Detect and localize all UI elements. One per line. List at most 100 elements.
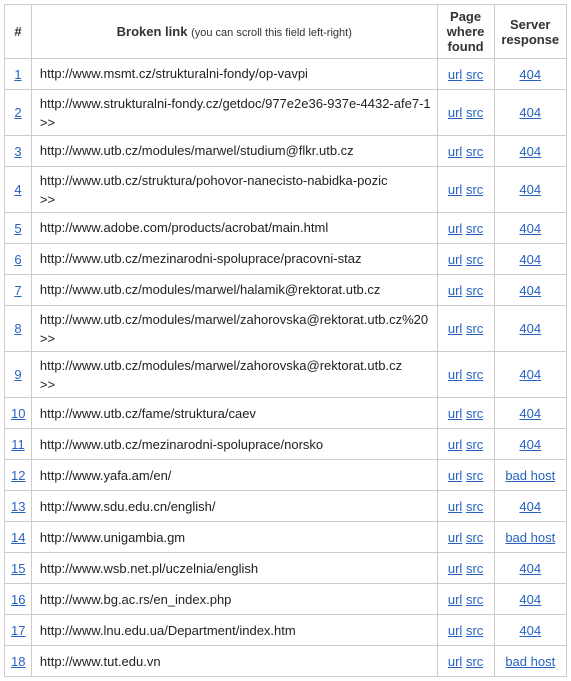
server-response-link[interactable]: 404 <box>519 283 541 298</box>
broken-link-continuation: >> <box>38 191 431 209</box>
page-src-link[interactable]: src <box>466 252 483 267</box>
page-url-link[interactable]: url <box>448 321 462 336</box>
server-response-cell: 404 <box>494 306 566 352</box>
page-url-link[interactable]: url <box>448 283 462 298</box>
row-number-link[interactable]: 9 <box>5 352 32 398</box>
server-response-link[interactable]: 404 <box>519 321 541 336</box>
server-response-cell: 404 <box>494 90 566 136</box>
server-response-cell: 404 <box>494 213 566 244</box>
server-response-link[interactable]: 404 <box>519 623 541 638</box>
page-src-link[interactable]: src <box>466 182 483 197</box>
page-src-link[interactable]: src <box>466 406 483 421</box>
page-url-link[interactable]: url <box>448 105 462 120</box>
page-src-link[interactable]: src <box>466 530 483 545</box>
broken-link-url[interactable]: http://www.utb.cz/fame/struktura/caev <box>38 404 431 424</box>
broken-link-url[interactable]: http://www.utb.cz/mezinarodni-spoluprace… <box>38 435 431 455</box>
broken-link-cell: http://www.unigambia.gm <box>31 522 437 553</box>
broken-link-url[interactable]: http://www.adobe.com/products/acrobat/ma… <box>38 218 431 238</box>
row-number-link[interactable]: 17 <box>5 615 32 646</box>
broken-link-url[interactable]: http://www.sdu.edu.cn/english/ <box>38 497 431 517</box>
row-number-link[interactable]: 4 <box>5 167 32 213</box>
page-url-link[interactable]: url <box>448 367 462 382</box>
broken-link-url[interactable]: http://www.utb.cz/modules/marwel/studium… <box>38 141 431 161</box>
page-src-link[interactable]: src <box>466 561 483 576</box>
row-number-link[interactable]: 5 <box>5 213 32 244</box>
server-response-link[interactable]: bad host <box>505 654 555 669</box>
server-response-link[interactable]: 404 <box>519 252 541 267</box>
server-response-link[interactable]: bad host <box>505 530 555 545</box>
row-number-link[interactable]: 13 <box>5 491 32 522</box>
page-url-link[interactable]: url <box>448 623 462 638</box>
row-number-link[interactable]: 11 <box>5 429 32 460</box>
row-number-link[interactable]: 2 <box>5 90 32 136</box>
server-response-link[interactable]: 404 <box>519 367 541 382</box>
page-url-link[interactable]: url <box>448 437 462 452</box>
page-url-link[interactable]: url <box>448 561 462 576</box>
page-src-link[interactable]: src <box>466 221 483 236</box>
row-number-link[interactable]: 15 <box>5 553 32 584</box>
server-response-link[interactable]: 404 <box>519 182 541 197</box>
row-number-link[interactable]: 16 <box>5 584 32 615</box>
broken-link-url[interactable]: http://www.strukturalni-fondy.cz/getdoc/… <box>38 94 431 114</box>
row-number-link[interactable]: 6 <box>5 244 32 275</box>
page-url-link[interactable]: url <box>448 592 462 607</box>
broken-link-url[interactable]: http://www.utb.cz/struktura/pohovor-nane… <box>38 171 431 191</box>
server-response-link[interactable]: 404 <box>519 561 541 576</box>
page-src-link[interactable]: src <box>466 592 483 607</box>
broken-link-url[interactable]: http://www.wsb.net.pl/uczelnia/english <box>38 559 431 579</box>
server-response-link[interactable]: 404 <box>519 592 541 607</box>
server-response-link[interactable]: 404 <box>519 499 541 514</box>
broken-link-cell: http://www.sdu.edu.cn/english/ <box>31 491 437 522</box>
page-url-link[interactable]: url <box>448 530 462 545</box>
page-url-link[interactable]: url <box>448 144 462 159</box>
page-url-link[interactable]: url <box>448 406 462 421</box>
page-url-link[interactable]: url <box>448 221 462 236</box>
page-src-link[interactable]: src <box>466 144 483 159</box>
row-number-link[interactable]: 10 <box>5 398 32 429</box>
page-src-link[interactable]: src <box>466 499 483 514</box>
row-number-link[interactable]: 12 <box>5 460 32 491</box>
page-where-found-cell: url src <box>437 429 494 460</box>
row-number-link[interactable]: 14 <box>5 522 32 553</box>
broken-link-url[interactable]: http://www.utb.cz/modules/marwel/halamik… <box>38 280 431 300</box>
row-number-link[interactable]: 3 <box>5 136 32 167</box>
page-url-link[interactable]: url <box>448 252 462 267</box>
server-response-link[interactable]: 404 <box>519 105 541 120</box>
page-url-link[interactable]: url <box>448 67 462 82</box>
broken-link-cell: http://www.utb.cz/struktura/pohovor-nane… <box>31 167 437 213</box>
broken-link-url[interactable]: http://www.yafa.am/en/ <box>38 466 431 486</box>
row-number-link[interactable]: 18 <box>5 646 32 677</box>
page-src-link[interactable]: src <box>466 468 483 483</box>
broken-link-cell: http://www.yafa.am/en/ <box>31 460 437 491</box>
page-src-link[interactable]: src <box>466 654 483 669</box>
page-url-link[interactable]: url <box>448 654 462 669</box>
page-src-link[interactable]: src <box>466 321 483 336</box>
server-response-link[interactable]: bad host <box>505 468 555 483</box>
server-response-link[interactable]: 404 <box>519 221 541 236</box>
page-src-link[interactable]: src <box>466 437 483 452</box>
page-src-link[interactable]: src <box>466 283 483 298</box>
row-number-link[interactable]: 7 <box>5 275 32 306</box>
page-src-link[interactable]: src <box>466 105 483 120</box>
page-url-link[interactable]: url <box>448 468 462 483</box>
server-response-link[interactable]: 404 <box>519 437 541 452</box>
broken-link-url[interactable]: http://www.msmt.cz/strukturalni-fondy/op… <box>38 64 431 84</box>
row-number-link[interactable]: 8 <box>5 306 32 352</box>
server-response-link[interactable]: 404 <box>519 144 541 159</box>
page-src-link[interactable]: src <box>466 367 483 382</box>
page-src-link[interactable]: src <box>466 67 483 82</box>
broken-link-url[interactable]: http://www.unigambia.gm <box>38 528 431 548</box>
broken-link-url[interactable]: http://www.utb.cz/mezinarodni-spoluprace… <box>38 249 431 269</box>
broken-link-url[interactable]: http://www.utb.cz/modules/marwel/zahorov… <box>38 310 431 330</box>
page-url-link[interactable]: url <box>448 182 462 197</box>
row-number-link[interactable]: 1 <box>5 59 32 90</box>
server-response-link[interactable]: 404 <box>519 406 541 421</box>
broken-link-url[interactable]: http://www.bg.ac.rs/en_index.php <box>38 590 431 610</box>
broken-link-url[interactable]: http://www.lnu.edu.ua/Department/index.h… <box>38 621 431 641</box>
server-response-link[interactable]: 404 <box>519 67 541 82</box>
broken-link-url[interactable]: http://www.utb.cz/modules/marwel/zahorov… <box>38 356 431 376</box>
broken-link-url[interactable]: http://www.tut.edu.vn <box>38 652 431 672</box>
page-url-link[interactable]: url <box>448 499 462 514</box>
page-where-found-cell: url src <box>437 522 494 553</box>
page-src-link[interactable]: src <box>466 623 483 638</box>
